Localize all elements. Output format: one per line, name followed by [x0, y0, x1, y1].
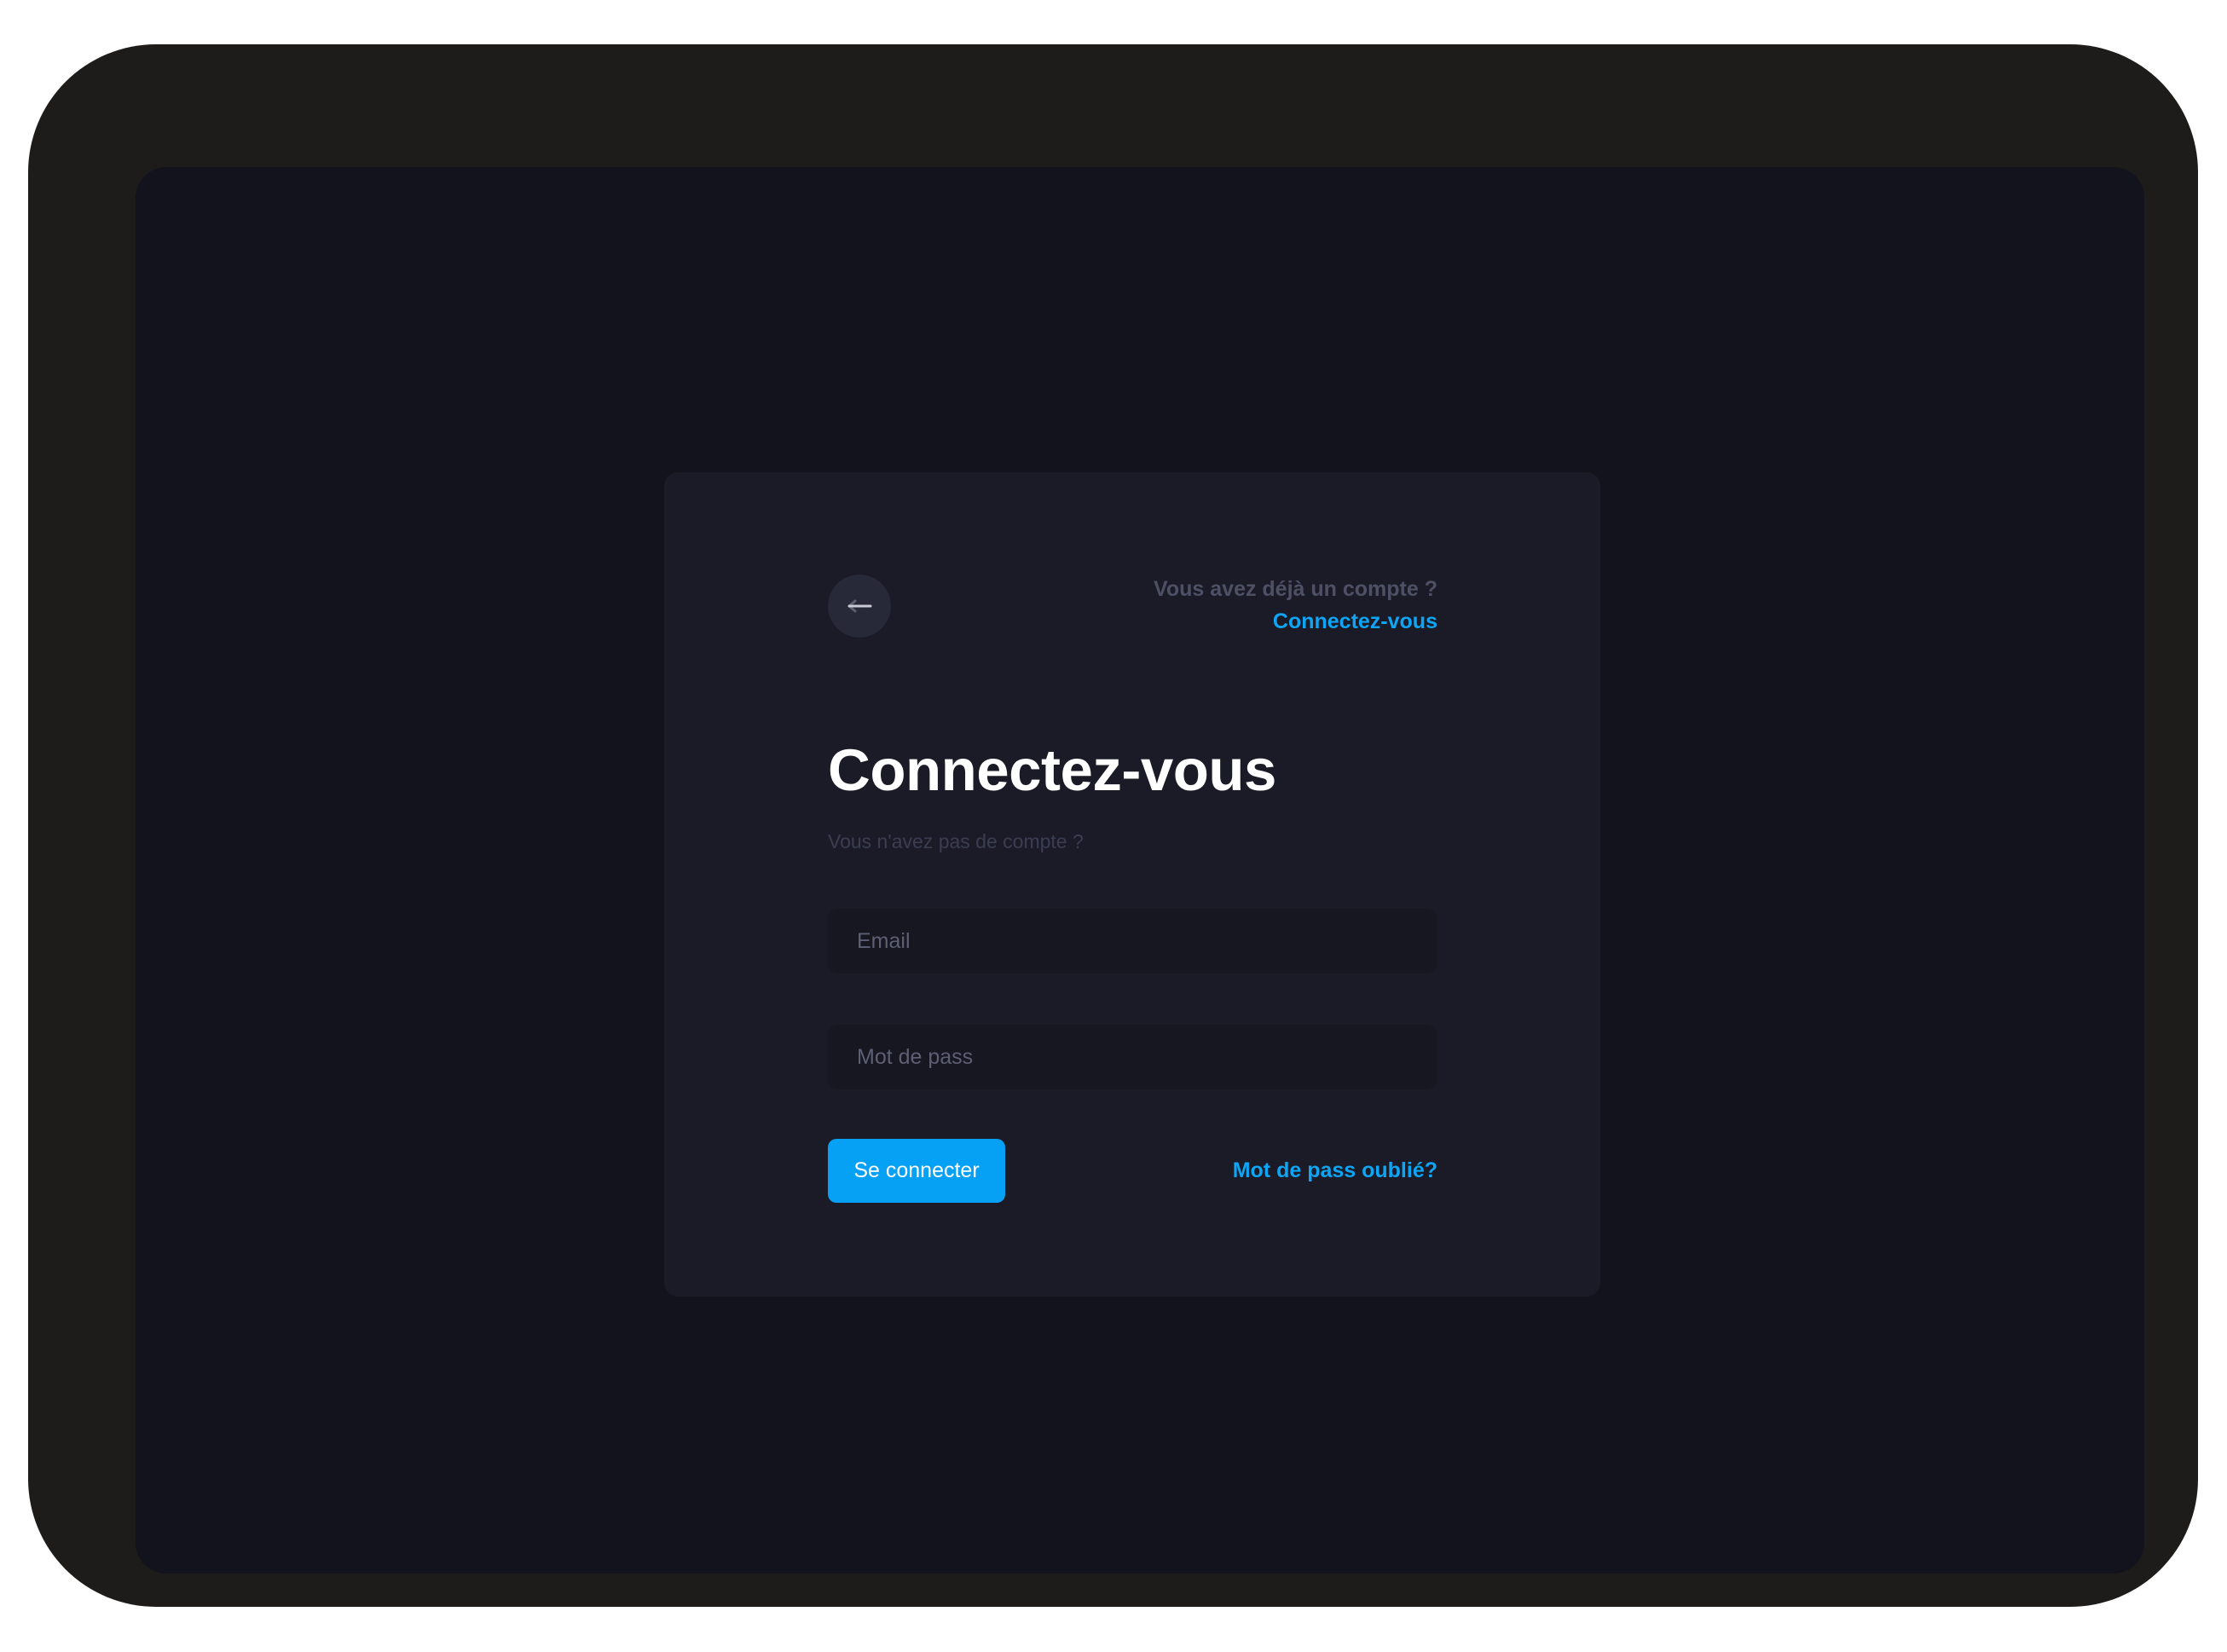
no-account-text: Vous n'avez pas de compte ?	[828, 830, 1084, 852]
tablet-side-button	[301, 85, 389, 92]
password-field[interactable]	[828, 1025, 1437, 1089]
account-prompt: Vous avez déjà un compte ? Connectez-vou…	[1154, 573, 1437, 638]
login-card: Vous avez déjà un compte ? Connectez-vou…	[664, 472, 1600, 1297]
arrow-left-icon	[847, 599, 872, 613]
tablet-side-button	[205, 85, 292, 92]
account-question-text: Vous avez déjà un compte ?	[1154, 577, 1437, 601]
email-field[interactable]	[828, 909, 1437, 973]
tablet-frame: Vous avez déjà un compte ? Connectez-vou…	[28, 44, 2198, 1607]
back-button[interactable]	[828, 575, 891, 638]
forgot-password-link[interactable]: Mot de pass oublié?	[1233, 1154, 1437, 1187]
page-title: Connectez-vous	[828, 737, 1276, 803]
signin-link[interactable]: Connectez-vous	[1154, 605, 1437, 638]
app-screen: Vous avez déjà un compte ? Connectez-vou…	[136, 167, 2144, 1574]
login-button[interactable]: Se connecter	[828, 1139, 1005, 1203]
